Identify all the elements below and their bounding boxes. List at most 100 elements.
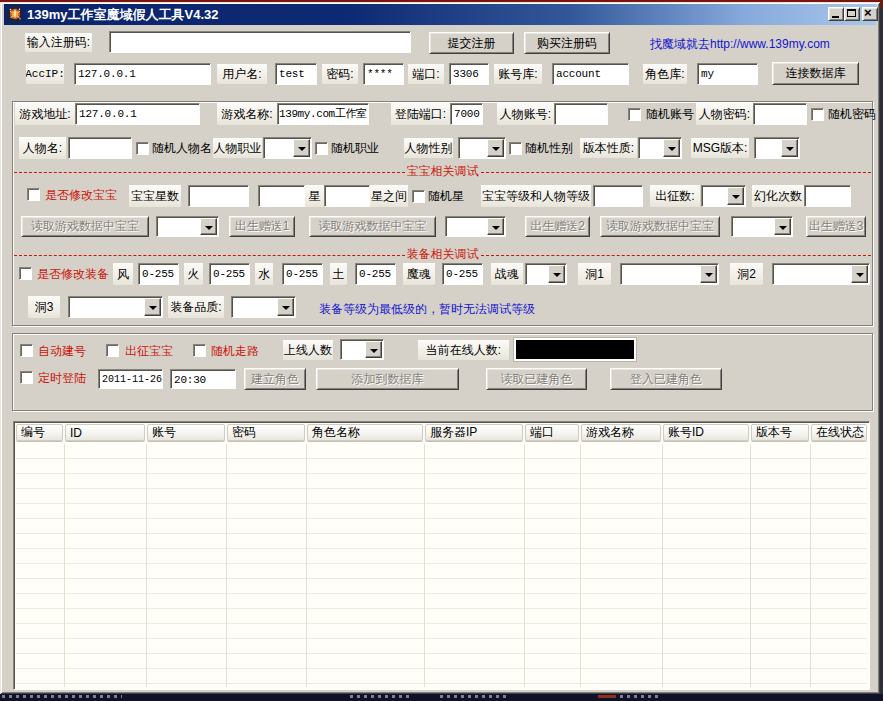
zhanhun-select[interactable]: [525, 263, 567, 285]
column-header[interactable]: 角色名称: [307, 424, 423, 441]
game-name-input[interactable]: 139my.com工作室: [277, 103, 369, 125]
role-table-body: [16, 444, 867, 687]
column-header[interactable]: 账号: [147, 424, 225, 441]
earth-input[interactable]: 0-255: [355, 263, 396, 285]
transform-count-label: 幻化次数: [752, 185, 804, 207]
random-account-checkbox[interactable]: [628, 108, 641, 121]
connect-db-button[interactable]: 连接数据库: [772, 62, 859, 85]
birth-gift-button-2[interactable]: 出生赠送2: [525, 216, 590, 237]
db-password-input[interactable]: ****: [363, 63, 404, 85]
char-name-label: 人物名:: [19, 137, 66, 159]
column-header[interactable]: 账号ID: [663, 424, 749, 441]
online-count-select[interactable]: [340, 339, 384, 360]
transform-count-input[interactable]: [804, 185, 851, 207]
column-header[interactable]: 游戏名称: [581, 424, 661, 441]
pet-select-2[interactable]: [445, 216, 506, 237]
read-pet-button-1[interactable]: 读取游戏数据中宝宝: [21, 216, 149, 237]
water-input[interactable]: 0-255: [282, 263, 323, 285]
column-header[interactable]: 编号: [16, 424, 63, 441]
random-job-checkbox[interactable]: [315, 142, 328, 155]
expedition-pet-checkbox[interactable]: [106, 344, 119, 357]
version-type-select[interactable]: [638, 137, 682, 159]
accip-input[interactable]: 127.0.0.1: [74, 63, 211, 85]
mohun-input[interactable]: 0-255: [442, 263, 483, 285]
hole1-select[interactable]: [620, 263, 719, 285]
char-job-select[interactable]: [263, 137, 312, 159]
fire-input[interactable]: 0-255: [209, 263, 250, 285]
pet-stars-input1[interactable]: [188, 185, 249, 207]
hole2-select[interactable]: [772, 263, 870, 285]
birth-gift-button-1[interactable]: 出生赠送1: [229, 216, 295, 237]
birth-gift-button-3[interactable]: 出生赠送3: [806, 216, 866, 237]
backdrop-bottom-strip: [0, 694, 883, 701]
auto-create-checkbox[interactable]: [20, 344, 33, 357]
login-roles-button[interactable]: 登入已建角色: [610, 368, 722, 390]
pet-dropdown-button-1[interactable]: [200, 218, 217, 235]
random-password-checkbox[interactable]: [811, 108, 824, 121]
expedition-dropdown-button[interactable]: [727, 187, 744, 205]
add-db-button[interactable]: 添加到数据库: [316, 368, 459, 390]
char-name-input[interactable]: [68, 137, 132, 159]
register-code-input[interactable]: [109, 31, 411, 53]
char-account-input[interactable]: [554, 103, 608, 125]
char-password-input[interactable]: [753, 103, 807, 125]
promo-link[interactable]: 找魔域就去http://www.139my.com: [650, 36, 830, 53]
hole2-dropdown-button[interactable]: [851, 265, 868, 283]
random-star-checkbox[interactable]: [412, 190, 425, 203]
login-port-input[interactable]: 7000: [450, 103, 483, 125]
account-db-input[interactable]: account: [552, 63, 629, 85]
db-port-input[interactable]: 3306: [449, 63, 489, 85]
read-pet-button-2[interactable]: 读取游戏数据中宝宝: [309, 216, 436, 237]
column-header[interactable]: 在线状态: [811, 424, 867, 441]
login-date-input[interactable]: 2011-11-26: [98, 369, 163, 389]
char-gender-dropdown-button[interactable]: [487, 139, 504, 157]
column-header[interactable]: 版本号: [751, 424, 809, 441]
online-count-display: [514, 338, 636, 361]
msg-version-dropdown-button[interactable]: [781, 139, 798, 157]
fire-label: 火: [184, 263, 203, 285]
modify-pet-checkbox[interactable]: [27, 188, 40, 201]
equip-quality-select[interactable]: [231, 296, 296, 318]
pet-stars-input3[interactable]: [324, 185, 370, 207]
game-address-input[interactable]: 127.0.0.1: [75, 103, 200, 125]
read-pet-button-3[interactable]: 读取游戏数据中宝宝: [600, 216, 720, 237]
pet-dropdown-button-3[interactable]: [774, 218, 791, 235]
close-button[interactable]: ×: [862, 7, 878, 21]
login-time-input[interactable]: 20:30: [170, 369, 236, 389]
modify-equip-checkbox[interactable]: [19, 267, 32, 280]
maximize-button[interactable]: [844, 7, 860, 21]
random-name-checkbox[interactable]: [136, 142, 149, 155]
timed-login-checkbox[interactable]: [20, 371, 33, 384]
random-gender-checkbox[interactable]: [509, 142, 522, 155]
version-type-dropdown-button[interactable]: [663, 139, 680, 157]
column-header[interactable]: 服务器IP: [425, 424, 523, 441]
pet-select-3[interactable]: [731, 216, 793, 237]
expedition-count-select[interactable]: [701, 185, 746, 207]
pet-dropdown-button-2[interactable]: [487, 218, 504, 235]
msg-version-select[interactable]: [754, 137, 800, 159]
read-roles-button[interactable]: 读取已建角色: [486, 368, 587, 390]
create-role-button[interactable]: 建立角色: [244, 368, 306, 390]
submit-register-button[interactable]: 提交注册: [429, 32, 514, 54]
role-db-input[interactable]: my: [697, 63, 758, 85]
random-walk-checkbox[interactable]: [193, 344, 206, 357]
online-count-dropdown-button[interactable]: [365, 341, 382, 358]
buy-register-button[interactable]: 购买注册码: [524, 32, 610, 54]
zhanhun-dropdown-button[interactable]: [548, 265, 565, 283]
equip-quality-dropdown-button[interactable]: [277, 298, 294, 316]
hole3-select[interactable]: [68, 296, 163, 318]
pet-level-input[interactable]: [593, 185, 643, 207]
db-user-input[interactable]: test: [275, 63, 317, 85]
pet-select-1[interactable]: [156, 216, 219, 237]
pet-stars-input2[interactable]: [258, 185, 305, 207]
column-header[interactable]: 端口: [525, 424, 579, 441]
column-header[interactable]: 密码: [227, 424, 305, 441]
minimize-button[interactable]: [828, 7, 844, 21]
hole1-dropdown-button[interactable]: [700, 265, 717, 283]
char-job-dropdown-button[interactable]: [293, 139, 310, 157]
char-gender-select[interactable]: [458, 137, 506, 159]
column-header[interactable]: ID: [65, 424, 145, 441]
wind-input[interactable]: 0-255: [138, 263, 179, 285]
table-gridline: [810, 444, 811, 687]
hole3-dropdown-button[interactable]: [144, 298, 161, 316]
